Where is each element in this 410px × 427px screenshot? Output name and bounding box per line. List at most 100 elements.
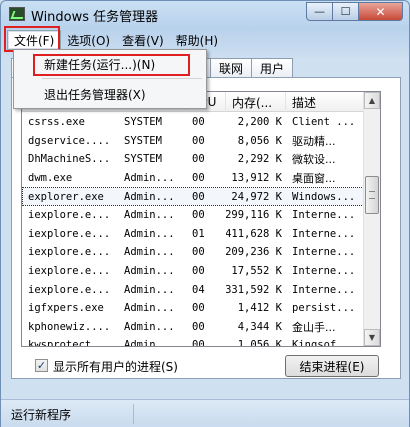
cell-cpu: 04	[192, 283, 205, 296]
cell-mem: 1,056 K	[237, 339, 282, 347]
cell-cpu: 00	[192, 209, 205, 222]
menu-options[interactable]: 选项(O)	[61, 30, 116, 50]
table-row[interactable]: iexplore.e... Admin... 00 17,552 K Interne..…	[22, 262, 364, 281]
menu-bar: 文件(F) 选项(O) 查看(V) 帮助(H)	[7, 30, 405, 50]
cell-cpu: 00	[192, 302, 205, 315]
cell-desc: Client ...	[292, 116, 356, 129]
cell-desc: 金山手...	[292, 320, 336, 334]
cell-mem: 24,972 K	[231, 190, 282, 203]
table-row[interactable]: igfxpers.exe Admin... 00 1,412 K persist...	[22, 299, 364, 318]
column-memory[interactable]: 内存(...	[226, 92, 286, 112]
title-bar[interactable]: Windows 任务管理器 — ☐ ✕	[1, 1, 409, 27]
tab-networking[interactable]: 联网	[210, 58, 253, 78]
scroll-up-arrow-icon[interactable]: ▲	[364, 92, 380, 109]
cell-desc: Interne...	[292, 227, 356, 240]
table-row[interactable]: iexplore.e... Admin... 00 209,236 K Interne.…	[22, 243, 364, 262]
table-row[interactable]: DhMachineS... SYSTEM 00 2,292 K 微软设...	[22, 150, 364, 169]
cell-user: Admin...	[124, 302, 175, 315]
cell-cpu: 00	[192, 153, 205, 166]
cell-user: Admin...	[124, 172, 175, 185]
cell-name: kphonewiz....	[28, 320, 111, 333]
end-process-button[interactable]: 结束进程(E)	[285, 355, 379, 377]
cell-cpu: 00	[192, 339, 205, 347]
menu-view[interactable]: 查看(V)	[116, 30, 170, 50]
cell-user: Admin...	[124, 283, 175, 296]
scroll-down-arrow-icon[interactable]: ▼	[364, 329, 380, 346]
cell-name: explorer.exe	[28, 190, 104, 203]
cell-cpu: 01	[192, 227, 205, 240]
table-row[interactable]: dgservice.... SYSTEM 00 8,056 K 驱动精...	[22, 132, 364, 151]
cell-mem: 2,292 K	[237, 153, 282, 166]
table-row[interactable]: explorer.exe Admin... 00 24,972 K Windows...	[22, 187, 364, 206]
cell-cpu: 00	[192, 265, 205, 278]
menu-help[interactable]: 帮助(H)	[170, 30, 224, 50]
cell-desc: Kingsof...	[292, 339, 356, 347]
cell-mem: 4,344 K	[237, 320, 282, 333]
cell-mem: 331,592 K	[226, 283, 282, 296]
cell-mem: 8,056 K	[237, 134, 282, 147]
cell-user: SYSTEM	[124, 134, 162, 147]
cell-desc: 桌面窗...	[292, 172, 336, 186]
menu-separator	[42, 78, 202, 79]
process-list[interactable]: 映像名称 用户名 CPU 内存(... 描述 csrss.exeSYSTEM00…	[21, 91, 381, 347]
cell-mem: 2,200 K	[237, 116, 282, 129]
cell-user: Admin...	[124, 246, 175, 259]
cell-mem: 1,412 K	[237, 302, 282, 315]
cell-name: dwm.exe	[28, 172, 73, 185]
cell-user: Admin...	[124, 265, 175, 278]
table-row[interactable]: iexplore.e... Admin... 00 299,116 K Interne.…	[22, 206, 364, 225]
task-manager-window: Windows 任务管理器 — ☐ ✕ 文件(F) 选项(O) 查看(V) 帮助…	[0, 0, 410, 427]
cell-cpu: 00	[192, 172, 205, 185]
table-row[interactable]: kphonewiz.... Admin... 00 4,344 K 金山手...	[22, 318, 364, 337]
cell-cpu: 00	[192, 320, 205, 333]
cell-user: SYSTEM	[124, 116, 162, 129]
process-rows: csrss.exe SYSTEM 00 2,200 K Client ... dgserv…	[22, 113, 364, 347]
cell-cpu: 00	[192, 190, 205, 203]
table-row[interactable]: kwsprotect... Admin... 00 1,056 K Kingsof...	[22, 336, 364, 347]
cell-cpu: 00	[192, 246, 205, 259]
status-divider	[133, 404, 134, 424]
cell-desc: Interne...	[292, 283, 356, 296]
table-row[interactable]: dwm.exe Admin... 00 13,912 K 桌面窗...	[22, 169, 364, 188]
minimize-button[interactable]: —	[306, 2, 333, 21]
cell-name: csrss.exe	[28, 116, 85, 129]
cell-desc: 微软设...	[292, 153, 336, 167]
cell-user: SYSTEM	[124, 153, 162, 166]
tab-users[interactable]: 用户	[251, 58, 294, 78]
cell-name: DhMachineS...	[28, 153, 111, 166]
table-row[interactable]: iexplore.e... Admin... 04 331,592 K Interne.…	[22, 280, 364, 299]
cell-user: Admin...	[124, 320, 175, 333]
cell-desc: Windows...	[292, 190, 356, 203]
maximize-button[interactable]: ☐	[333, 2, 359, 21]
cell-cpu: 00	[192, 116, 205, 129]
status-bar: 运行新程序	[1, 399, 409, 427]
table-row[interactable]: iexplore.e... Admin... 01 411,628 K Interne.…	[22, 225, 364, 244]
task-manager-app-icon	[9, 7, 25, 21]
cell-name: iexplore.e...	[28, 246, 111, 259]
show-all-users-checkbox[interactable]: ✓	[35, 359, 48, 372]
table-row[interactable]: csrss.exe SYSTEM 00 2,200 K Client ...	[22, 113, 364, 132]
cell-user: Admin...	[124, 209, 175, 222]
cell-name: igfxpers.exe	[28, 302, 104, 315]
cell-cpu: 00	[192, 134, 205, 147]
cell-mem: 17,552 K	[231, 265, 282, 278]
cell-name: iexplore.e...	[28, 283, 111, 296]
cell-name: iexplore.e...	[28, 209, 111, 222]
window-title: Windows 任务管理器	[31, 10, 159, 25]
cell-desc: 驱动精...	[292, 134, 336, 148]
cell-mem: 299,116 K	[226, 209, 282, 222]
cell-user: Admin...	[124, 339, 175, 347]
scroll-thumb[interactable]	[365, 176, 379, 214]
cell-mem: 209,236 K	[226, 246, 282, 259]
close-button[interactable]: ✕	[359, 2, 403, 21]
vertical-scrollbar[interactable]: ▲ ▼	[363, 92, 380, 346]
cell-name: kwsprotect...	[28, 339, 111, 347]
cell-desc: Interne...	[292, 265, 356, 278]
cell-mem: 411,628 K	[226, 227, 282, 240]
menu-item-exit[interactable]: 退出任务管理器(X)	[14, 83, 206, 105]
show-all-users-label[interactable]: 显示所有用户的进程(S)	[53, 358, 178, 375]
column-description[interactable]: 描述	[286, 92, 364, 112]
highlight-new-task	[33, 54, 190, 76]
cell-desc: Interne...	[292, 209, 356, 222]
cell-desc: persist...	[292, 302, 356, 315]
